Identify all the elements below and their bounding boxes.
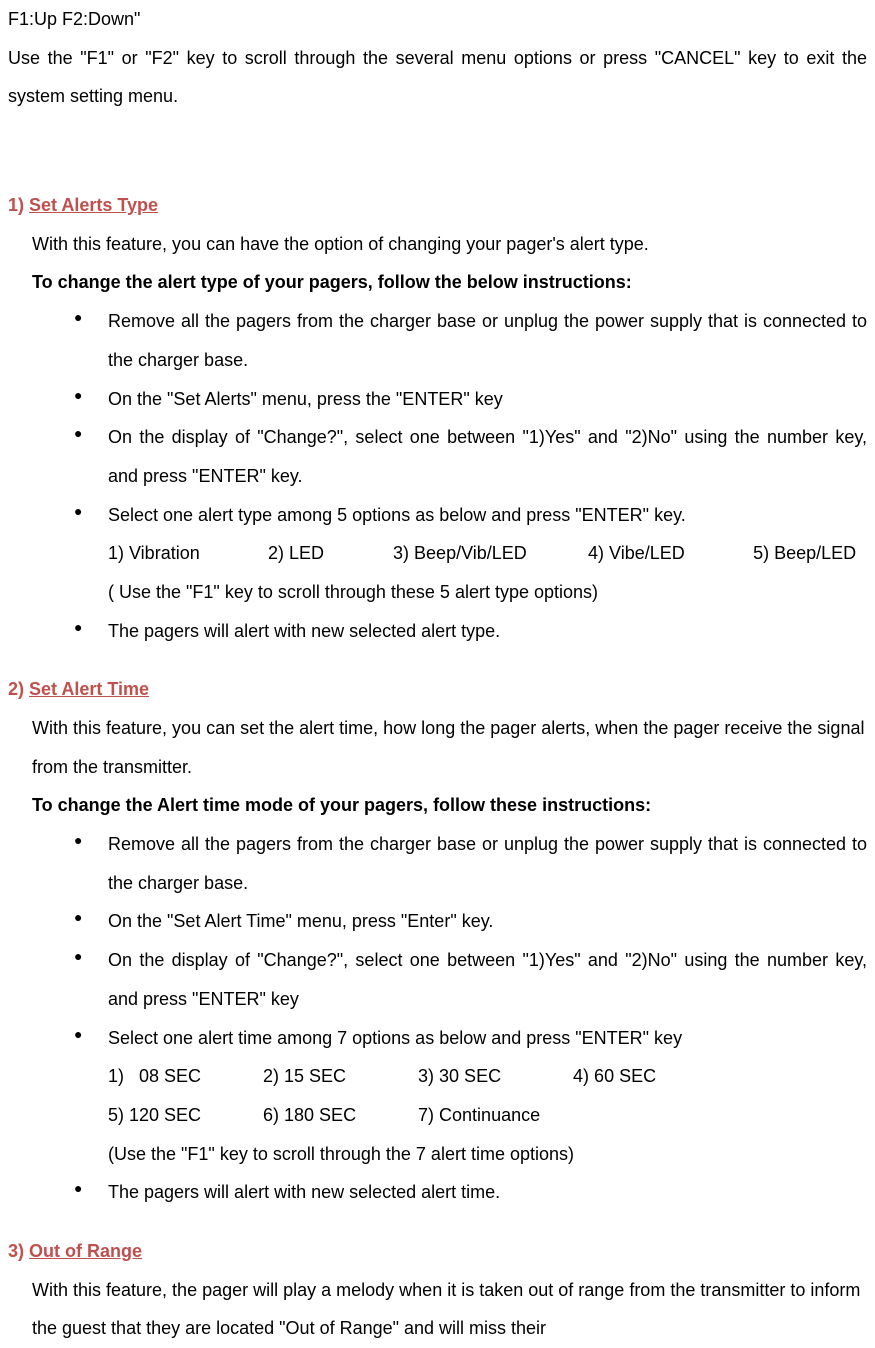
list-item: Select one alert type among 5 options as… [68, 496, 867, 612]
list-item-text: Select one alert type among 5 options as… [108, 505, 686, 525]
section-heading: 1) Set Alerts Type [8, 186, 867, 225]
option: 3) 30 SEC [418, 1057, 568, 1096]
list-item: The pagers will alert with new selected … [68, 612, 867, 651]
section-heading: 3) Out of Range [8, 1232, 867, 1271]
list-item: On the "Set Alerts" menu, press the "ENT… [68, 380, 867, 419]
list-item: Select one alert time among 7 options as… [68, 1019, 867, 1058]
option: 2) LED [268, 534, 388, 573]
list-item: On the "Set Alert Time" menu, press "Ent… [68, 902, 867, 941]
options-row: 1) Vibration 2) LED 3) Beep/Vib/LED 4) V… [108, 534, 867, 573]
list-item: Remove all the pagers from the charger b… [68, 825, 867, 902]
option: 2) 15 SEC [263, 1057, 413, 1096]
section-heading: 2) Set Alert Time [8, 670, 867, 709]
list-item: Remove all the pagers from the charger b… [68, 302, 867, 379]
option: 5) Beep/LED [753, 534, 856, 573]
option: 7) Continuance [418, 1096, 540, 1135]
section-instruction-header: To change the Alert time mode of your pa… [32, 786, 867, 825]
list-item: The pagers will alert with new selected … [68, 1173, 867, 1212]
heading-title: Out of Range [29, 1241, 142, 1261]
heading-title: Set Alerts Type [29, 195, 158, 215]
options-note: ( Use the "F1" key to scroll through the… [108, 573, 867, 612]
options-note: (Use the "F1" key to scroll through the … [108, 1135, 867, 1174]
body-line: Use the "F1" or "F2" key to scroll throu… [8, 39, 867, 116]
option: 1) 08 SEC [108, 1057, 258, 1096]
list-item: On the display of "Change?", select one … [68, 418, 867, 495]
heading-number: 3) [8, 1241, 29, 1261]
option: 3) Beep/Vib/LED [393, 534, 583, 573]
heading-number: 2) [8, 679, 29, 699]
section-intro: With this feature, the pager will play a… [32, 1271, 867, 1348]
heading-number: 1) [8, 195, 29, 215]
option: 4) 60 SEC [573, 1057, 656, 1096]
body-line: F1:Up F2:Down" [8, 0, 867, 39]
list-item: On the display of "Change?", select one … [68, 941, 867, 1018]
section-intro: With this feature, you can have the opti… [32, 225, 867, 264]
options-row: 1) 08 SEC 2) 15 SEC 3) 30 SEC 4) 60 SEC [108, 1057, 867, 1096]
option: 1) Vibration [108, 534, 263, 573]
section-intro: With this feature, you can set the alert… [32, 709, 867, 786]
option: 5) 120 SEC [108, 1096, 258, 1135]
option: 4) Vibe/LED [588, 534, 748, 573]
heading-title: Set Alert Time [29, 679, 149, 699]
section-instruction-header: To change the alert type of your pagers,… [32, 263, 867, 302]
options-row: 5) 120 SEC 6) 180 SEC 7) Continuance [108, 1096, 867, 1135]
option: 6) 180 SEC [263, 1096, 413, 1135]
